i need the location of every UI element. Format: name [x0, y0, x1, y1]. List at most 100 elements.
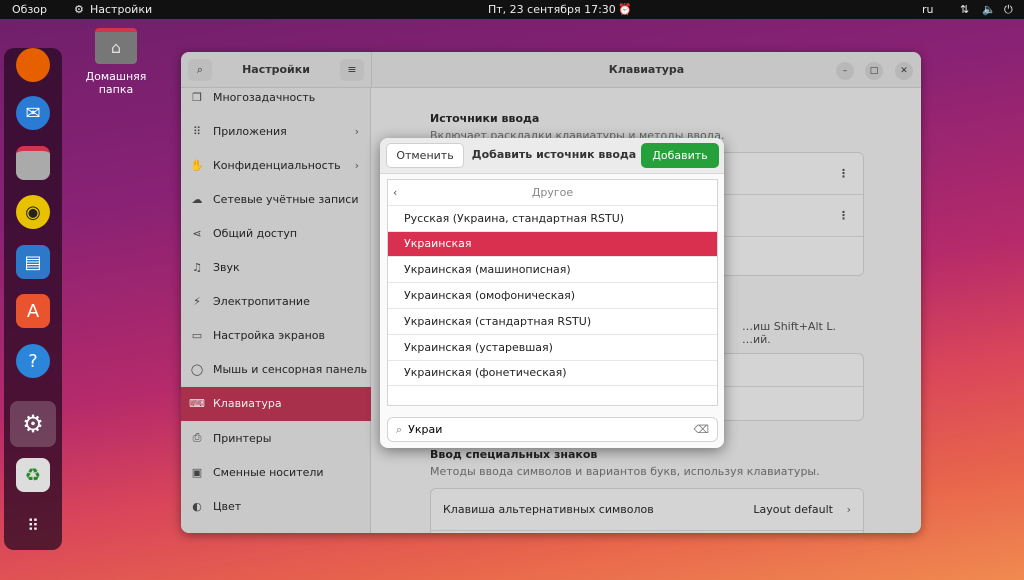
show-apps-icon[interactable]: ⠿ — [16, 508, 50, 542]
clock[interactable]: Пт, 23 сентября 17:30 — [488, 3, 616, 16]
music-icon: ♫ — [192, 261, 202, 274]
folder-home-icon: ⌂ — [95, 28, 137, 64]
apps-icon: ⠿ — [192, 124, 202, 138]
chevron-right-icon: › — [354, 124, 359, 138]
sidebar-item-label: Сетевые учётные записи — [213, 192, 359, 206]
sidebar-item-label: Приложения — [213, 124, 287, 138]
special-chars-subtitle: Методы ввода символов и вариантов букв, … — [430, 465, 820, 478]
alt-key-label: Клавиша альтернативных символов — [443, 503, 654, 516]
dock: ✉ ◉ ▤ A ? ⚙ ♻ ⠿ — [4, 48, 62, 550]
dialog-header: Отменить Добавить источник ввода Добавит… — [380, 138, 724, 174]
layout-list-item[interactable]: Украинская (омофоническая) — [388, 283, 717, 309]
maximize-button[interactable]: □ — [865, 62, 883, 80]
clear-icon[interactable]: ⌫ — [693, 423, 709, 436]
special-chars-heading: Ввод специальных знаков — [430, 448, 598, 461]
menu-button[interactable]: ≡ — [340, 59, 364, 81]
media-icon: ▣ — [191, 465, 203, 479]
activities-button[interactable]: Обзор — [12, 3, 47, 16]
switch-hint: …иш Shift+Alt L. — [742, 320, 836, 333]
layout-list: ‹ Другое Русская (Украина, стандартная R… — [387, 179, 718, 406]
sidebar-item[interactable]: ❐ Многозадачность — [181, 80, 371, 114]
app-menu[interactable]: Настройки — [90, 3, 152, 16]
thunderbird-icon[interactable]: ✉ — [16, 96, 50, 130]
settings-app-icon: ⚙ — [74, 3, 84, 16]
alt-key-value: Layout default — [753, 503, 833, 516]
layout-list-item[interactable]: Украинская (фонетическая) — [388, 361, 717, 387]
sidebar-item[interactable]: ⠿ Приложения › — [181, 114, 371, 148]
volume-icon[interactable]: 🔈 — [982, 3, 996, 16]
sidebar-item-label: Принтеры — [213, 431, 272, 445]
keyboard-icon: ⌨ — [189, 397, 205, 411]
sidebar-item-label: Конфиденциальность — [213, 158, 341, 172]
sidebar-item[interactable]: ☁ Сетевые учётные записи — [181, 182, 371, 216]
more-options-icon[interactable]: ⋮ — [838, 167, 849, 180]
alt-key-row[interactable]: Клавиша альтернативных символов Layout d… — [431, 489, 863, 531]
language-indicator[interactable]: ru — [922, 3, 934, 16]
sidebar-item[interactable]: ✋ Конфиденциальность › — [181, 148, 371, 182]
display-icon: ▭ — [191, 329, 203, 343]
multitasking-icon: ❐ — [192, 90, 202, 104]
sidebar: ❐ Многозадачность ⠿ Приложения › ✋ Конфиденциа… — [181, 88, 371, 533]
sidebar-item[interactable]: ⎙ Принтеры — [181, 421, 371, 455]
sidebar-item-label: Клавиатура — [213, 397, 282, 411]
sidebar-item[interactable]: ♫ Звук — [181, 251, 371, 285]
rhythmbox-icon[interactable]: ◉ — [16, 195, 50, 229]
power-icon[interactable]: ⏻ — [1004, 3, 1013, 17]
sidebar-item-label: Сменные носители — [213, 465, 324, 479]
settings-icon[interactable]: ⚙ — [10, 401, 56, 447]
home-folder[interactable]: ⌂ Домашняя папка — [70, 28, 162, 96]
network-icon[interactable]: ⇅ — [960, 3, 969, 16]
add-button[interactable]: Добавить — [641, 143, 719, 168]
special-chars-list: Клавиша альтернативных символов Layout d… — [430, 488, 864, 533]
layout-list-item[interactable]: Украинская (устаревшая) — [388, 335, 717, 361]
power-icon: ⚡ — [193, 295, 201, 309]
trash-icon[interactable]: ♻ — [16, 458, 50, 492]
switch-hint-2: …ий. — [742, 333, 771, 346]
dialog-title: Добавить источник ввода — [471, 148, 637, 161]
help-icon[interactable]: ? — [16, 344, 50, 378]
sidebar-item[interactable]: ▭ Настройка экранов — [181, 319, 371, 353]
sidebar-item-label: Цвет — [213, 499, 242, 513]
sidebar-item[interactable]: ⌨ Клавиатура — [181, 386, 371, 421]
sidebar-item[interactable]: ⋖ Общий доступ — [181, 216, 371, 250]
printer-icon: ⎙ — [192, 431, 202, 444]
category-header[interactable]: ‹ Другое — [388, 180, 717, 206]
add-input-source-dialog: Отменить Добавить источник ввода Добавит… — [380, 138, 724, 448]
share-icon: ⋖ — [192, 226, 202, 240]
search-input[interactable]: Украи — [408, 423, 693, 436]
chevron-right-icon: › — [846, 503, 851, 516]
sidebar-item-label: Мышь и сенсорная панель — [213, 363, 368, 377]
software-icon[interactable]: A — [16, 294, 50, 328]
firefox-icon[interactable] — [16, 48, 50, 82]
sidebar-item-label: Общий доступ — [213, 226, 298, 240]
more-options-icon[interactable]: ⋮ — [838, 209, 849, 222]
top-bar: Обзор ⚙ Настройки Пт, 23 сентября 17:30 … — [0, 0, 1024, 19]
search-icon: ⌕ — [396, 422, 403, 436]
sidebar-item[interactable]: ◯ Мышь и сенсорная панель — [181, 353, 371, 387]
sidebar-item[interactable]: ▣ Сменные носители — [181, 455, 371, 489]
sidebar-item-label: Многозадачность — [213, 90, 316, 104]
layout-list-item[interactable]: Украинская — [388, 231, 717, 258]
sidebar-item-label: Звук — [213, 261, 240, 274]
privacy-icon: ✋ — [190, 158, 204, 172]
back-chevron-icon[interactable]: ‹ — [393, 186, 397, 199]
layout-list-item[interactable]: Русская (Украина, стандартная RSTU) — [388, 206, 717, 232]
minimize-button[interactable]: – — [836, 62, 854, 80]
writer-icon[interactable]: ▤ — [16, 245, 50, 279]
input-sources-heading: Источники ввода — [430, 112, 540, 125]
color-icon: ◐ — [192, 499, 202, 513]
layout-list-item[interactable]: Украинская (стандартная RSTU) — [388, 309, 717, 335]
alarm-icon: ⏰ — [618, 3, 632, 16]
chevron-right-icon: › — [354, 158, 359, 172]
cloud-icon: ☁ — [191, 192, 203, 206]
sidebar-item[interactable]: ⚡ Электропитание — [181, 285, 371, 319]
sidebar-item-label: Электропитание — [213, 295, 310, 309]
files-icon[interactable] — [16, 146, 50, 180]
close-button[interactable]: ✕ — [895, 62, 913, 80]
sidebar-item[interactable]: ◐ Цвет — [181, 489, 371, 523]
category-label: Другое — [531, 185, 574, 199]
cancel-button[interactable]: Отменить — [386, 143, 464, 168]
sidebar-item-label: Настройка экранов — [213, 329, 326, 343]
layout-list-item[interactable]: Украинская (машинописная) — [388, 257, 717, 284]
search-field[interactable]: ⌕ Украи ⌫ — [387, 417, 718, 442]
